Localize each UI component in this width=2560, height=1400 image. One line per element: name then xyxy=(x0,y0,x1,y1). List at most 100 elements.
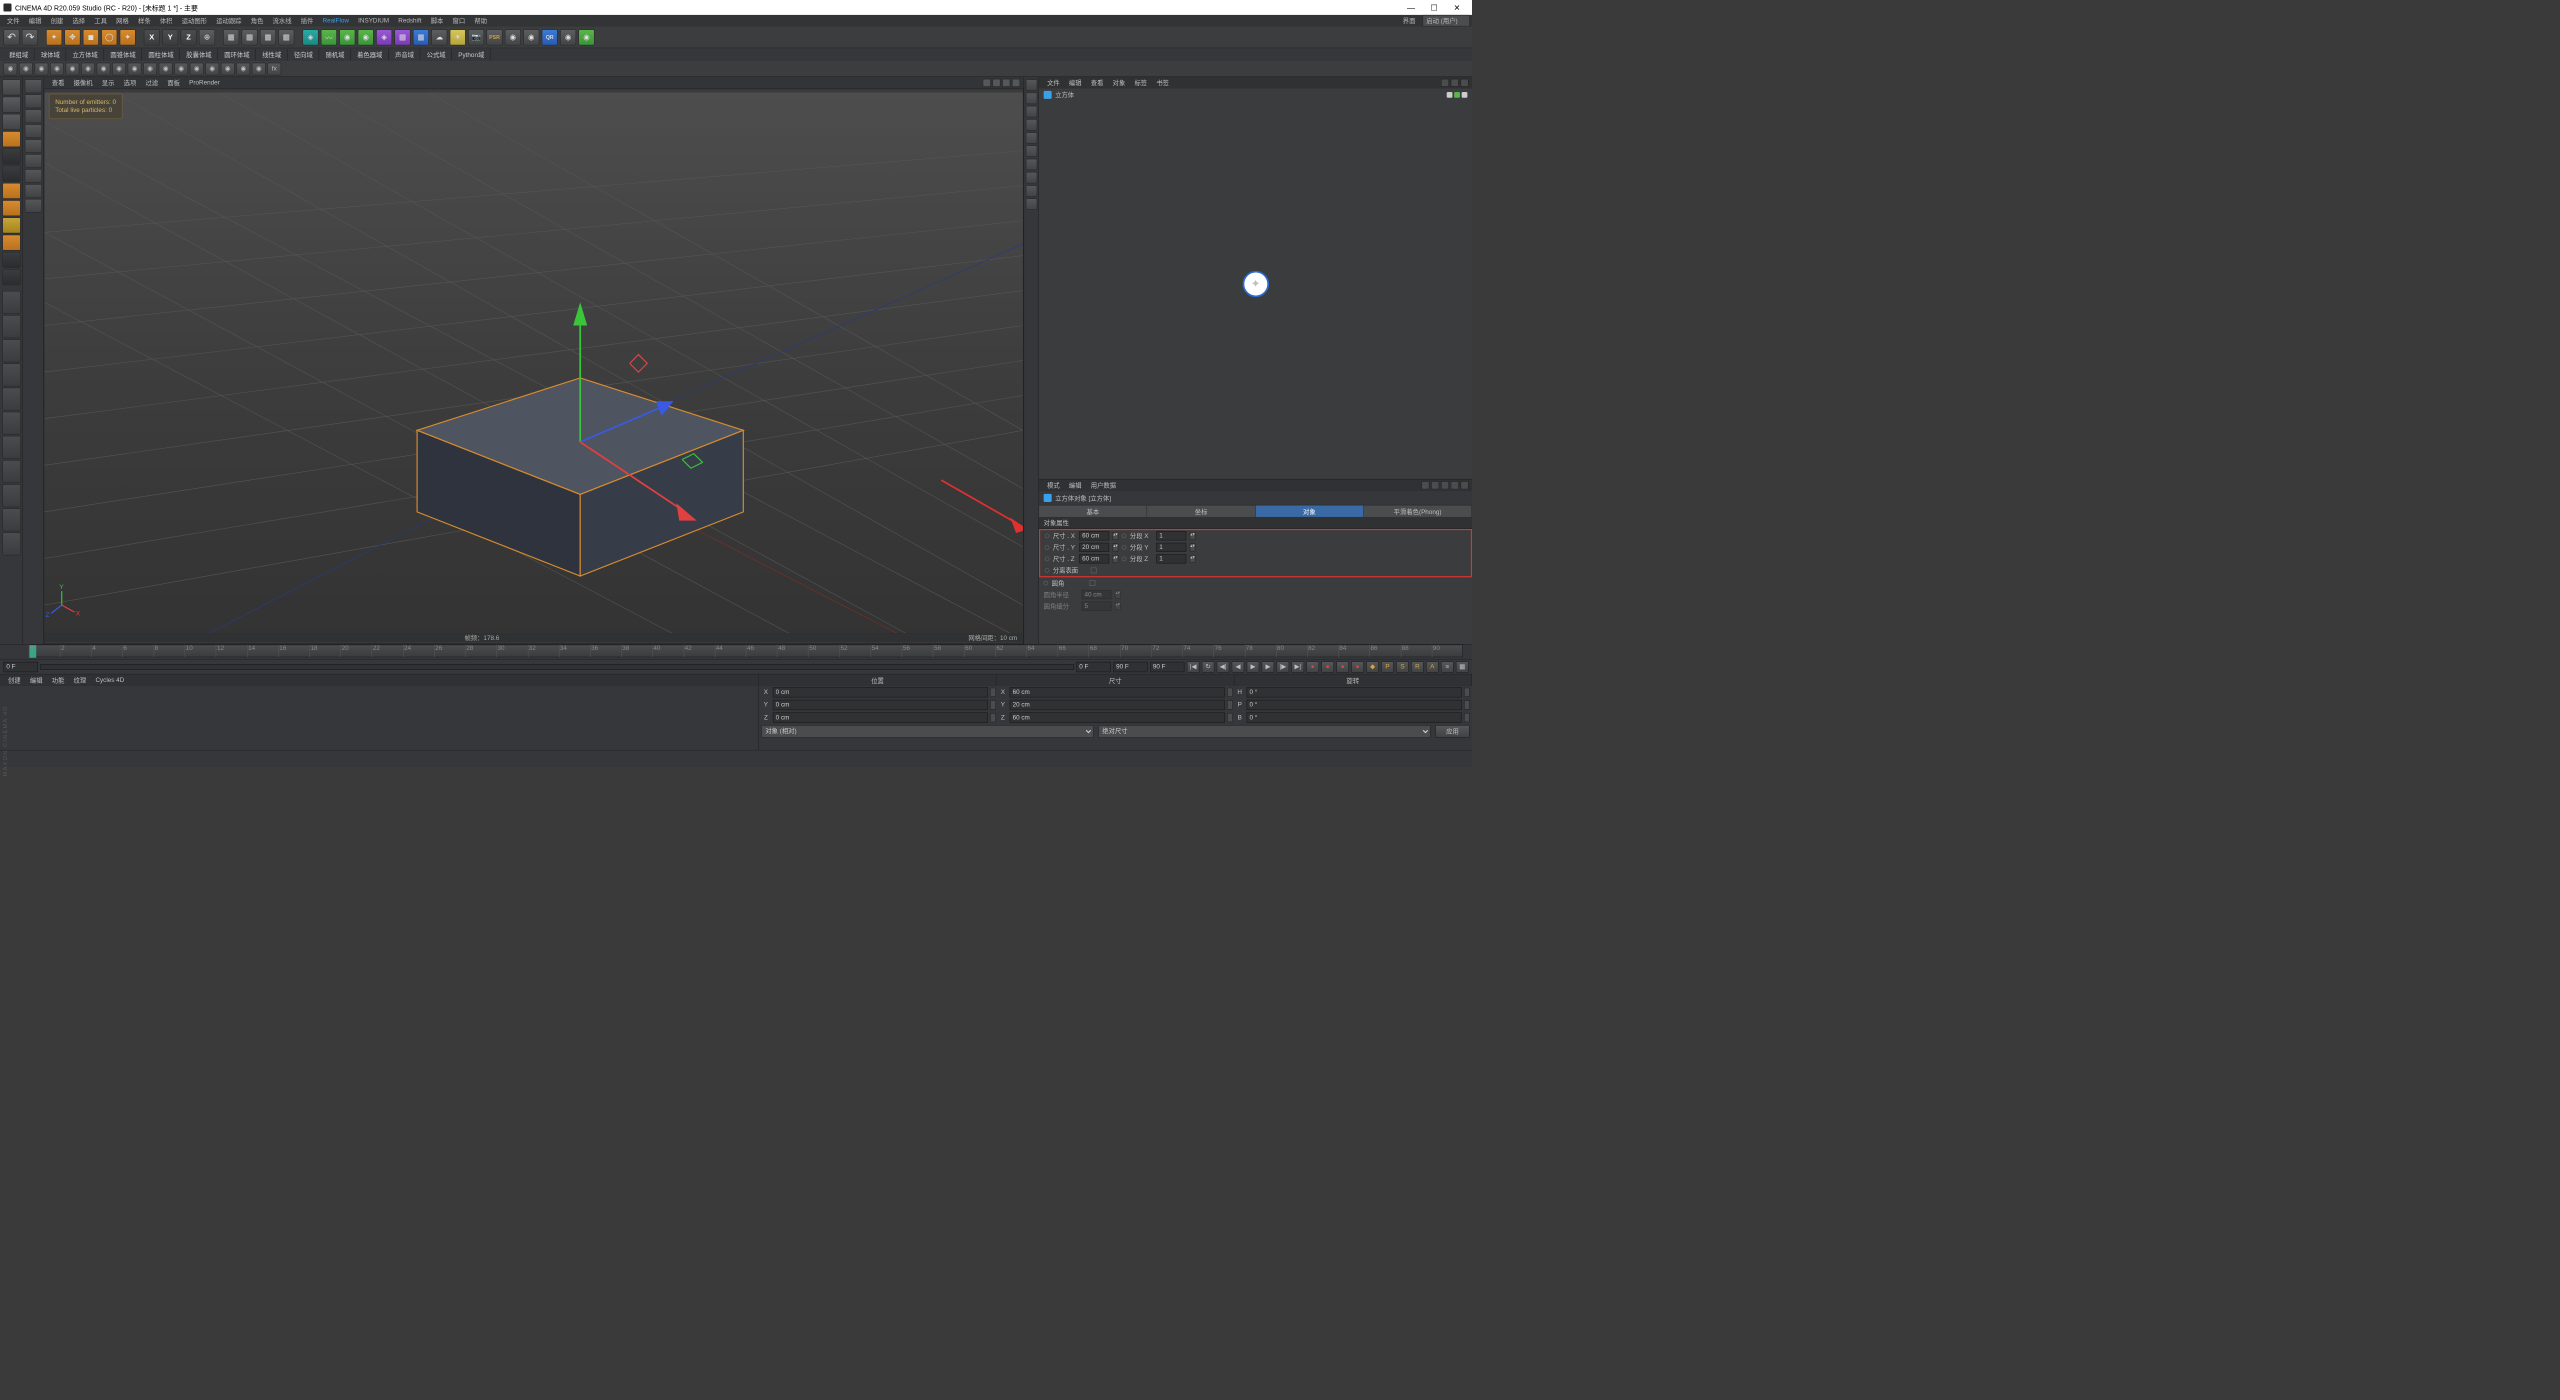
psr-reset[interactable]: PSR xyxy=(486,29,502,45)
rotate-tool[interactable]: ◯ xyxy=(101,29,117,45)
checkbox-fillet[interactable] xyxy=(1090,580,1096,586)
field-formula[interactable]: 公式域 xyxy=(421,49,452,61)
am-userdata[interactable]: 用户数据 xyxy=(1086,480,1121,492)
om-object[interactable]: 对象 xyxy=(1108,77,1130,89)
vpm-view[interactable]: 查看 xyxy=(47,77,69,89)
field-python[interactable]: Python域 xyxy=(453,49,491,61)
mode-c[interactable] xyxy=(24,154,41,168)
add-environment[interactable]: ☁ xyxy=(431,29,447,45)
spn-sz[interactable] xyxy=(1227,713,1233,722)
rvp-1[interactable] xyxy=(1026,79,1038,91)
field-cylinder[interactable]: 圆柱体域 xyxy=(143,49,180,61)
menu-create[interactable]: 创建 xyxy=(46,15,68,26)
tab-object[interactable]: 对象 xyxy=(1256,505,1364,517)
frame-total-input[interactable] xyxy=(1150,662,1185,672)
t3-4[interactable]: ◉ xyxy=(50,62,64,75)
record-button[interactable]: ● xyxy=(1306,661,1319,673)
spn-py[interactable] xyxy=(990,700,996,709)
rvp-3[interactable] xyxy=(1026,106,1038,118)
key-rot-button[interactable]: ● xyxy=(1351,661,1364,673)
rvp-2[interactable] xyxy=(1026,93,1038,105)
field-group[interactable]: 群组域 xyxy=(3,49,34,61)
y-axis-lock[interactable]: Y xyxy=(162,29,178,45)
lp-7[interactable] xyxy=(2,200,20,216)
mode-select[interactable] xyxy=(24,94,41,108)
vis-render[interactable] xyxy=(1454,92,1460,98)
t3-15[interactable]: ◉ xyxy=(221,62,235,75)
am-back-icon[interactable] xyxy=(1421,481,1429,489)
spn-pz[interactable] xyxy=(990,713,996,722)
om-edit[interactable]: 编辑 xyxy=(1064,77,1086,89)
add-deformer[interactable]: ◈ xyxy=(376,29,392,45)
t3-8[interactable]: ◉ xyxy=(112,62,126,75)
t3-5[interactable]: ◉ xyxy=(66,62,80,75)
layout-dropdown[interactable]: 启动 (用户) xyxy=(1422,15,1469,26)
timeline-playhead[interactable] xyxy=(29,645,36,658)
rvp-6[interactable] xyxy=(1026,145,1038,157)
render-settings[interactable]: ▦ xyxy=(278,29,294,45)
scale-tool[interactable]: ◼ xyxy=(83,29,99,45)
object-row-cube[interactable]: 立方体 xyxy=(1039,89,1472,102)
menu-mesh[interactable]: 网格 xyxy=(112,15,134,26)
lp-tex5[interactable] xyxy=(2,388,20,411)
coord-system[interactable]: ⊕ xyxy=(199,29,215,45)
vp-nav3[interactable] xyxy=(1002,79,1010,87)
lp-4[interactable] xyxy=(2,148,20,164)
spn-rb[interactable] xyxy=(1464,713,1470,722)
field-sphere[interactable]: 球体域 xyxy=(35,49,66,61)
spinner-seg-y[interactable]: ▴▾ xyxy=(1190,543,1196,551)
spn-sy[interactable] xyxy=(1227,700,1233,709)
key-s-button[interactable]: S xyxy=(1396,661,1409,673)
lp-tex6[interactable] xyxy=(2,412,20,435)
anim-dot-segz[interactable] xyxy=(1122,557,1127,562)
phong-tag-icon[interactable] xyxy=(1462,92,1468,98)
menu-window[interactable]: 窗口 xyxy=(448,15,470,26)
t3-13[interactable]: ◉ xyxy=(190,62,204,75)
t3-2[interactable]: ◉ xyxy=(19,62,33,75)
lp-1[interactable] xyxy=(2,97,20,113)
rvp-7[interactable] xyxy=(1026,159,1038,171)
vp-nav2[interactable] xyxy=(992,79,1000,87)
undo-button[interactable]: ↶ xyxy=(3,29,19,45)
add-nurbs[interactable]: ◉ xyxy=(358,29,374,45)
size-y[interactable] xyxy=(1010,700,1225,710)
t3-3[interactable]: ◉ xyxy=(35,62,49,75)
am-mode[interactable]: 模式 xyxy=(1042,480,1064,492)
lp-tex7[interactable] xyxy=(2,436,20,459)
key-p-button[interactable]: P xyxy=(1381,661,1394,673)
t3-18[interactable]: fx xyxy=(267,62,281,75)
goto-start-button[interactable]: |◀ xyxy=(1187,661,1200,673)
menu-mograph[interactable]: 运动图形 xyxy=(177,15,212,26)
mode-d[interactable] xyxy=(24,169,41,183)
vpm-filter[interactable]: 过滤 xyxy=(141,77,163,89)
om-view[interactable]: 查看 xyxy=(1086,77,1108,89)
add-cube[interactable]: ◈ xyxy=(302,29,318,45)
lp-avatar[interactable] xyxy=(2,79,20,95)
mm-function[interactable]: 功能 xyxy=(47,674,69,686)
menu-volume[interactable]: 体积 xyxy=(155,15,177,26)
t3-9[interactable]: ◉ xyxy=(128,62,142,75)
menu-script[interactable]: 脚本 xyxy=(426,15,448,26)
om-bookmarks[interactable]: 书签 xyxy=(1152,77,1174,89)
tool-a[interactable]: ◉ xyxy=(505,29,521,45)
am-fwd-icon[interactable] xyxy=(1431,481,1439,489)
rot-h[interactable] xyxy=(1247,687,1462,697)
om-tags[interactable]: 标签 xyxy=(1130,77,1152,89)
menu-tools[interactable]: 工具 xyxy=(90,15,112,26)
am-lock-icon[interactable] xyxy=(1451,481,1459,489)
field-radial[interactable]: 径向域 xyxy=(288,49,319,61)
lp-9[interactable] xyxy=(2,235,20,251)
input-seg-x[interactable] xyxy=(1156,531,1186,540)
lp-tex9[interactable] xyxy=(2,484,20,507)
t3-17[interactable]: ◉ xyxy=(252,62,266,75)
add-camera[interactable]: 📷 xyxy=(468,29,484,45)
add-mograph[interactable]: ▦ xyxy=(413,29,429,45)
t3-6[interactable]: ◉ xyxy=(81,62,95,75)
menu-select[interactable]: 选择 xyxy=(68,15,90,26)
size-x[interactable] xyxy=(1010,687,1225,697)
spinner-seg-x[interactable]: ▴▾ xyxy=(1190,532,1196,540)
field-linear[interactable]: 线性域 xyxy=(256,49,287,61)
mode-f[interactable] xyxy=(24,199,41,213)
render-region[interactable]: ▦ xyxy=(242,29,258,45)
tab-basic[interactable]: 基本 xyxy=(1039,505,1147,517)
